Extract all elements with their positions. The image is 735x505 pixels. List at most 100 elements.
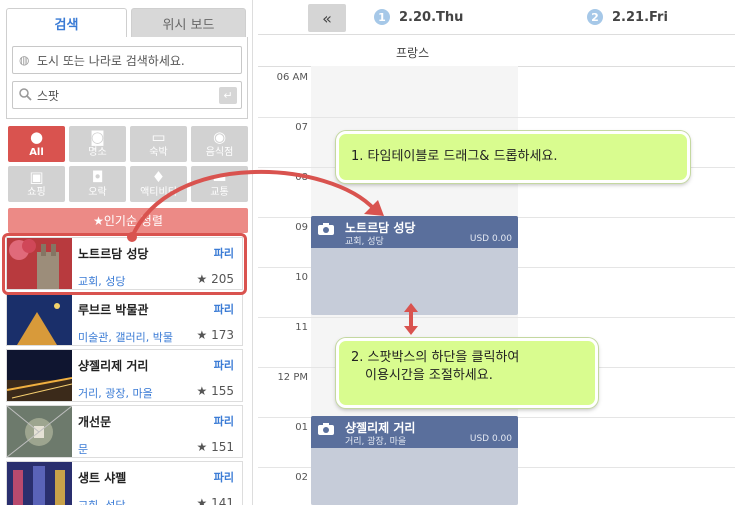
- spot-city: 파리: [213, 415, 234, 428]
- hour-line: [258, 317, 735, 318]
- category-all[interactable]: ● All: [8, 126, 65, 162]
- bed-icon: ▭: [151, 128, 166, 146]
- country-label: 프랑스: [396, 46, 430, 60]
- search-icon: [19, 88, 33, 102]
- event-header: 샹젤리제 거리 거리, 광장, 마을 USD 0.00: [311, 416, 518, 448]
- category-label: All: [29, 147, 44, 158]
- event-price: USD 0.00: [469, 234, 512, 244]
- hour-line: [258, 117, 735, 118]
- category-transport[interactable]: ▬ 교통: [191, 166, 248, 202]
- tip-resize-line1: 2. 스팟박스의 하단을 클릭하여: [351, 350, 520, 365]
- spot-score-value: 141: [211, 496, 234, 505]
- spot-category: 미술관, 갤러리, 박물: [78, 331, 173, 344]
- spot-thumbnail: [7, 350, 72, 401]
- spot-score-value: 173: [211, 328, 234, 342]
- day-number-badge: 1: [374, 9, 390, 25]
- shopping-bag-icon: ▣: [29, 168, 44, 186]
- hour-label: 11: [295, 322, 308, 333]
- category-label: 액티비티: [140, 187, 177, 198]
- spot-score: ★ 155: [196, 384, 234, 398]
- event-category: 거리, 광장, 마을: [345, 437, 407, 447]
- list-item[interactable]: 샹젤리제 거리 파리 거리, 광장, 마을 ★ 155: [6, 349, 243, 402]
- hour-label: 10: [295, 272, 308, 283]
- car-icon: ▬: [212, 168, 227, 186]
- globe-icon: ◍: [19, 53, 30, 67]
- event-category: 교회, 성당: [345, 237, 384, 247]
- enter-icon[interactable]: ↵: [219, 87, 237, 104]
- spot-name: 샹젤리제 거리: [78, 359, 149, 373]
- camera-icon: ◙: [90, 128, 105, 146]
- spot-category: 교회, 성당: [78, 497, 125, 505]
- day-number-badge: 2: [587, 9, 603, 25]
- spot-score-value: 151: [211, 440, 234, 454]
- hour-label: 02: [295, 472, 308, 483]
- category-activity[interactable]: ♦ 액티비티: [130, 166, 187, 202]
- spot-name: 생트 샤펠: [78, 471, 127, 485]
- category-label: 교통: [210, 187, 229, 198]
- category-sights[interactable]: ◙ 명소: [69, 126, 126, 162]
- restaurant-icon: ◉: [212, 128, 227, 146]
- list-item[interactable]: 생트 샤펠 파리 교회, 성당 ★ 141: [6, 461, 243, 505]
- category-label: 쇼핑: [27, 187, 46, 198]
- spot-name: 루브르 박물관: [78, 303, 149, 317]
- timetable-panel: « 1 2.20.Thu 2 2.21.Fri 프랑스 06 AM 07 08 …: [258, 0, 735, 505]
- search-panel: 검색 위시 보드 ◍ 도시 또는 나라로 검색하세요. 스팟 ↵ ● All ◙: [0, 0, 253, 505]
- timetable-header: « 1 2.20.Thu 2 2.21.Fri: [258, 0, 735, 35]
- schedule-event[interactable]: 노트르담 성당 교회, 성당 USD 0.00: [311, 216, 518, 315]
- tab-wishlist[interactable]: 위시 보드: [131, 8, 246, 38]
- search-box: ◍ 도시 또는 나라로 검색하세요. 스팟 ↵: [6, 37, 248, 119]
- list-item[interactable]: 루브르 박물관 파리 미술관, 갤러리, 박물 ★ 173: [6, 293, 243, 346]
- category-label: 명소: [88, 147, 107, 158]
- spot-search-value: 스팟: [37, 88, 60, 103]
- spot-thumbnail: [7, 294, 72, 345]
- spot-thumbnail: [7, 462, 72, 505]
- running-icon: ♦: [151, 168, 166, 186]
- tab-search[interactable]: 검색: [6, 8, 127, 38]
- tip-drag-drop: 1. 타임테이블로 드래그& 드롭하세요.: [336, 131, 690, 183]
- day-tab-1[interactable]: 1 2.20.Thu: [374, 9, 463, 25]
- camera-icon: [317, 422, 335, 436]
- spot-city: 파리: [213, 471, 234, 484]
- hour-label: 08: [295, 172, 308, 183]
- category-entertainment[interactable]: ◘ 오락: [69, 166, 126, 202]
- category-label: 오락: [88, 187, 107, 198]
- tip-resize: 2. 스팟박스의 하단을 클릭하여 이용시간을 조절하세요.: [336, 338, 598, 408]
- hour-label: 12 PM: [277, 372, 308, 383]
- spot-city: 파리: [213, 359, 234, 372]
- city-search-input[interactable]: ◍ 도시 또는 나라로 검색하세요.: [12, 46, 242, 74]
- list-item[interactable]: 개선문 파리 문 ★ 151: [6, 405, 243, 458]
- film-camera-icon: ◘: [91, 168, 104, 186]
- spot-score: ★ 151: [196, 440, 234, 454]
- event-header: 노트르담 성당 교회, 성당 USD 0.00: [311, 216, 518, 248]
- camera-icon: [317, 222, 335, 236]
- selected-item-highlight: [2, 233, 247, 295]
- event-price: USD 0.00: [469, 434, 512, 444]
- hour-label: 07: [295, 122, 308, 133]
- hour-label: 01: [295, 422, 308, 433]
- resize-arrow-icon: [404, 303, 418, 335]
- spot-category: 거리, 광장, 마을: [78, 387, 153, 400]
- popular-sort-button[interactable]: ★인기순 정렬: [8, 208, 248, 233]
- category-restaurant[interactable]: ◉ 음식점: [191, 126, 248, 162]
- spot-score-value: 155: [211, 384, 234, 398]
- spot-category: 문: [78, 443, 89, 456]
- spot-thumbnail: [7, 406, 72, 457]
- city-search-placeholder: 도시 또는 나라로 검색하세요.: [37, 53, 185, 68]
- category-label: 숙박: [149, 147, 168, 158]
- pin-icon: ●: [29, 128, 44, 146]
- day-label: 2.21.Fri: [612, 9, 668, 25]
- collapse-button[interactable]: «: [308, 4, 346, 32]
- hour-label: 06 AM: [276, 72, 308, 83]
- hour-label: 09: [295, 222, 308, 233]
- category-shopping[interactable]: ▣ 쇼핑: [8, 166, 65, 202]
- day-label: 2.20.Thu: [399, 9, 464, 25]
- spot-score: ★ 141: [197, 496, 234, 505]
- app-root: 검색 위시 보드 ◍ 도시 또는 나라로 검색하세요. 스팟 ↵ ● All ◙: [0, 0, 735, 505]
- category-lodging[interactable]: ▭ 숙박: [130, 126, 187, 162]
- schedule-event[interactable]: 샹젤리제 거리 거리, 광장, 마을 USD 0.00: [311, 416, 518, 505]
- tip-drag-drop-text: 1. 타임테이블로 드래그& 드롭하세요.: [351, 149, 558, 164]
- day-tab-2[interactable]: 2 2.21.Fri: [587, 9, 668, 25]
- spot-search-input[interactable]: 스팟 ↵: [12, 81, 242, 109]
- spot-score: ★ 173: [196, 328, 234, 342]
- category-label: 음식점: [205, 147, 234, 158]
